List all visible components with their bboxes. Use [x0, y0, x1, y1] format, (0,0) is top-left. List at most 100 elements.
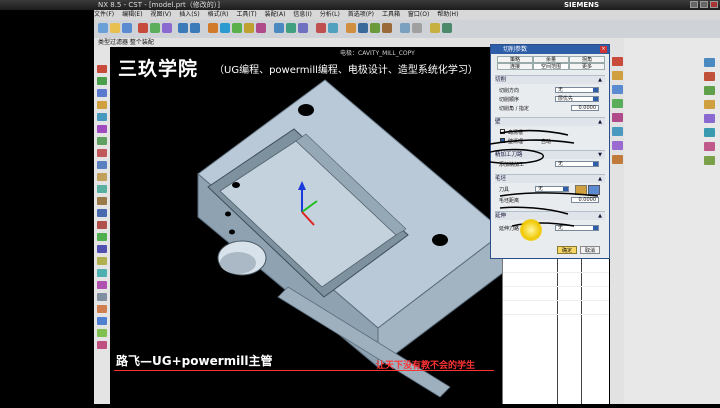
analysis-icon[interactable]: [97, 281, 107, 289]
reuse-library-icon[interactable]: [97, 101, 107, 109]
process-studio-icon[interactable]: [97, 173, 107, 181]
generate-toolpath-icon[interactable]: [274, 23, 284, 33]
postprocess-icon[interactable]: [612, 155, 623, 164]
section-wall[interactable]: 壁 ▲: [495, 117, 605, 126]
menu-format[interactable]: 格式(R): [208, 11, 229, 18]
electrode-icon[interactable]: [97, 341, 107, 349]
surface-icon[interactable]: [97, 245, 107, 253]
rotate-icon[interactable]: [370, 23, 380, 33]
panel-tool-2-icon[interactable]: [704, 72, 715, 81]
dialog-title[interactable]: 切削参数: [491, 45, 609, 54]
cancel-button[interactable]: 取消: [580, 246, 600, 254]
minimize-button[interactable]: [690, 1, 698, 8]
panel-tool-3-icon[interactable]: [704, 86, 715, 95]
cut-angle-input[interactable]: 0.0000: [571, 105, 599, 111]
wcs-icon[interactable]: [442, 23, 452, 33]
menu-window[interactable]: 窗口(O): [408, 11, 429, 18]
undo-icon[interactable]: [178, 23, 188, 33]
operation-icon[interactable]: [612, 113, 623, 122]
tab-connections[interactable]: 连接: [497, 63, 533, 70]
assembly-icon[interactable]: [97, 305, 107, 313]
history-icon[interactable]: [97, 113, 107, 121]
operation-nav-icon[interactable]: [97, 89, 107, 97]
wireframe-view-icon[interactable]: [412, 23, 422, 33]
roles-icon[interactable]: [97, 125, 107, 133]
dialog-close-button[interactable]: ×: [600, 46, 607, 53]
tab-stock[interactable]: 余量: [533, 56, 569, 63]
create-method-icon[interactable]: [244, 23, 254, 33]
sync-model-icon[interactable]: [97, 257, 107, 265]
menu-toolbox[interactable]: 工具箱: [382, 11, 400, 18]
geometry-icon[interactable]: [612, 71, 623, 80]
verify-toolpath-icon[interactable]: [286, 23, 296, 33]
create-tool-icon[interactable]: [220, 23, 230, 33]
menu-help[interactable]: 帮助(H): [437, 11, 458, 18]
new-file-icon[interactable]: [98, 23, 108, 33]
close-window-button[interactable]: [710, 1, 718, 8]
type-filter-label[interactable]: 类型过滤器 整个装配: [98, 39, 154, 46]
palette-icon[interactable]: [97, 161, 107, 169]
menu-insert[interactable]: 插入(S): [179, 11, 200, 18]
pan-icon[interactable]: [382, 23, 392, 33]
cut-direction-select[interactable]: 无: [555, 87, 599, 93]
drafting-icon[interactable]: [97, 317, 107, 325]
zoom-icon[interactable]: [358, 23, 368, 33]
part-nav-icon[interactable]: [97, 77, 107, 85]
panel-tool-5-icon[interactable]: [704, 114, 715, 123]
display-icon[interactable]: [612, 127, 623, 136]
panel-tool-6-icon[interactable]: [704, 128, 715, 137]
tab-corners[interactable]: 拐角: [569, 56, 605, 63]
menu-info[interactable]: 信息(I): [293, 11, 311, 18]
layer-icon[interactable]: [430, 23, 440, 33]
tab-more[interactable]: 更多: [569, 63, 605, 70]
paste-icon[interactable]: [162, 23, 172, 33]
create-program-icon[interactable]: [208, 23, 218, 33]
panel-tool-4-icon[interactable]: [704, 100, 715, 109]
menu-view[interactable]: 视图(V): [150, 11, 171, 18]
save-icon[interactable]: [122, 23, 132, 33]
menu-file[interactable]: 文件(F): [94, 11, 114, 18]
open-file-icon[interactable]: [110, 23, 120, 33]
curve-icon[interactable]: [97, 233, 107, 241]
cut-order-select[interactable]: 层优先: [555, 96, 599, 102]
panel-tool-1-icon[interactable]: [704, 58, 715, 67]
panel-tool-7-icon[interactable]: [704, 142, 715, 151]
mold-wizard-icon[interactable]: [97, 329, 107, 337]
create-operation-icon[interactable]: [256, 23, 266, 33]
tool-icon[interactable]: [612, 57, 623, 66]
post-process-icon[interactable]: [298, 23, 308, 33]
feature-icon[interactable]: [97, 209, 107, 217]
redo-icon[interactable]: [190, 23, 200, 33]
create-geometry-icon[interactable]: [232, 23, 242, 33]
expression-icon[interactable]: [97, 293, 107, 301]
shop-doc-icon[interactable]: [316, 23, 326, 33]
manufacturing-wizard-icon[interactable]: [97, 185, 107, 193]
collapse-icon[interactable]: ▲: [598, 118, 602, 126]
collapse-icon[interactable]: ▲: [598, 76, 602, 84]
cut-icon[interactable]: [138, 23, 148, 33]
program-icon[interactable]: [612, 99, 623, 108]
maximize-button[interactable]: [700, 1, 708, 8]
menu-edit[interactable]: 编辑(E): [122, 11, 142, 18]
menu-assembly[interactable]: 装配(A): [265, 11, 286, 18]
fit-view-icon[interactable]: [346, 23, 356, 33]
section-cutting[interactable]: 切削 ▲: [495, 75, 605, 84]
web-browser-icon[interactable]: [97, 149, 107, 157]
method-icon[interactable]: [612, 85, 623, 94]
layer-settings-icon[interactable]: [97, 197, 107, 205]
tab-containment[interactable]: 空间范围: [533, 63, 569, 70]
measure-icon[interactable]: [97, 269, 107, 277]
tab-strategy[interactable]: 策略: [497, 56, 533, 63]
machine-tool-view-icon[interactable]: [328, 23, 338, 33]
ok-button[interactable]: 确定: [557, 246, 577, 254]
shaded-view-icon[interactable]: [400, 23, 410, 33]
menu-analysis[interactable]: 分析(L): [320, 11, 340, 18]
simulate-icon[interactable]: [612, 141, 623, 150]
operation-list[interactable]: [502, 258, 609, 404]
system-materials-icon[interactable]: [97, 137, 107, 145]
menu-tools[interactable]: 工具(T): [236, 11, 256, 18]
panel-tool-8-icon[interactable]: [704, 156, 715, 165]
copy-icon[interactable]: [150, 23, 160, 33]
menu-preferences[interactable]: 首选项(P): [348, 11, 374, 18]
sketch-icon[interactable]: [97, 221, 107, 229]
